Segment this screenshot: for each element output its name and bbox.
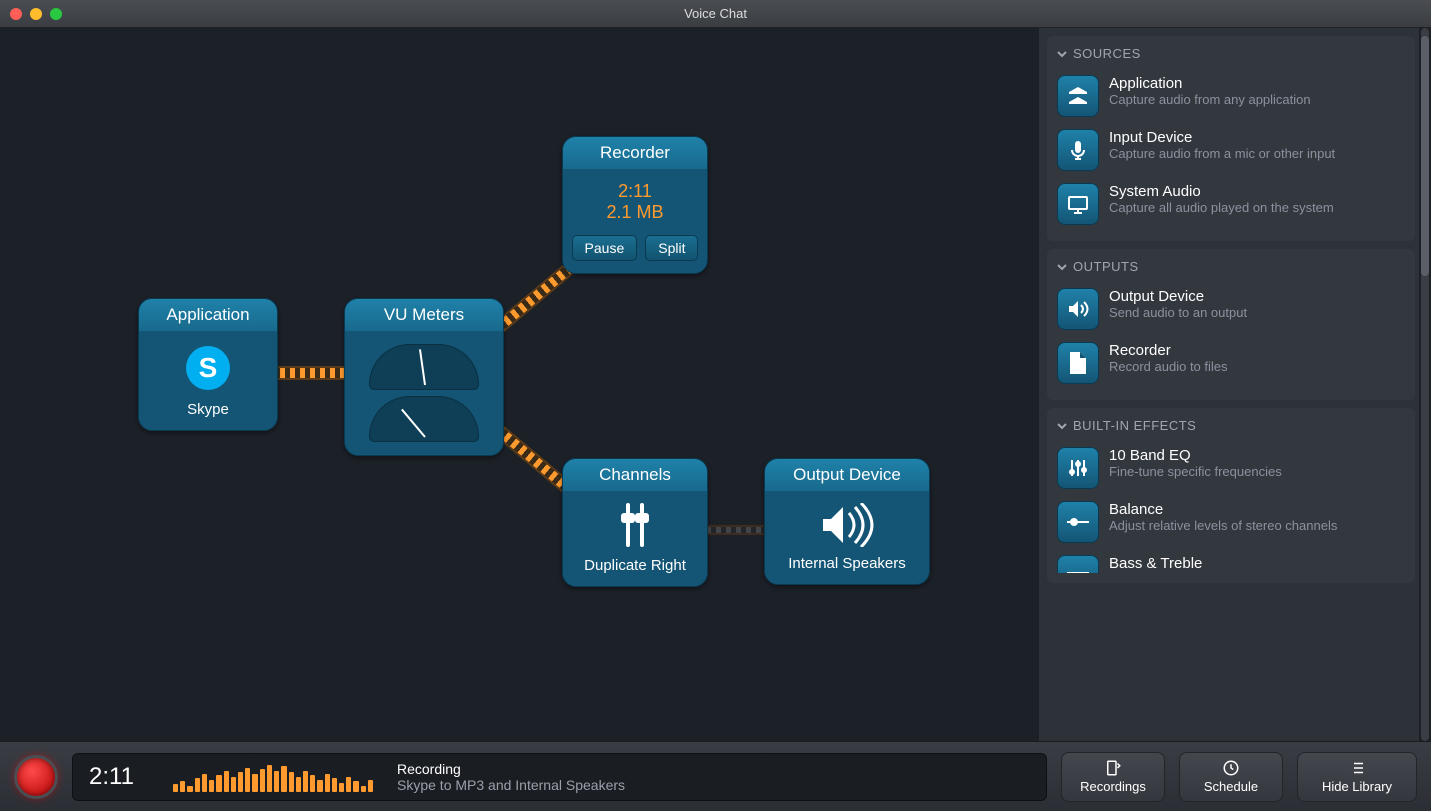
node-header: Channels bbox=[563, 459, 707, 491]
source-title: Balance bbox=[1109, 501, 1337, 518]
skype-icon: S bbox=[183, 343, 233, 393]
panel-title: OUTPUTS bbox=[1073, 259, 1139, 274]
source-desc: Capture audio from any application bbox=[1109, 92, 1311, 107]
panel-title: SOURCES bbox=[1073, 46, 1141, 61]
pause-button[interactable]: Pause bbox=[572, 235, 638, 261]
node-vu-meters[interactable]: VU Meters bbox=[344, 298, 504, 456]
node-header: Output Device bbox=[765, 459, 929, 491]
source-title: Recorder bbox=[1109, 342, 1228, 359]
node-header: Recorder bbox=[563, 137, 707, 169]
node-header: VU Meters bbox=[345, 299, 503, 331]
output-recorder[interactable]: RecorderRecord audio to files bbox=[1055, 336, 1407, 390]
vu-meter-icon bbox=[369, 344, 479, 390]
monitor-icon bbox=[1057, 183, 1099, 225]
record-button[interactable] bbox=[14, 755, 58, 799]
panel-outputs: OUTPUTS Output DeviceSend audio to an ou… bbox=[1047, 249, 1415, 400]
eq-icon bbox=[1057, 447, 1099, 489]
source-desc: Record audio to files bbox=[1109, 359, 1228, 374]
source-desc: Adjust relative levels of stereo channel… bbox=[1109, 518, 1337, 533]
recordings-icon bbox=[1104, 759, 1122, 777]
application-icon bbox=[1057, 75, 1099, 117]
effect-bass-treble[interactable]: Bass & TrebleAdjust bass and treble bbox=[1055, 549, 1407, 573]
source-desc: Send audio to an output bbox=[1109, 305, 1247, 320]
speaker-icon bbox=[819, 503, 875, 547]
scrollbar-thumb[interactable] bbox=[1421, 36, 1429, 276]
source-title: 10 Band EQ bbox=[1109, 447, 1282, 464]
source-desc: Fine-tune specific frequencies bbox=[1109, 464, 1282, 479]
file-icon bbox=[1057, 342, 1099, 384]
balance-icon bbox=[1057, 501, 1099, 543]
panel-header[interactable]: BUILT-IN EFFECTS bbox=[1055, 414, 1407, 441]
chevron-down-icon bbox=[1057, 262, 1067, 272]
waveform-icon bbox=[173, 762, 373, 792]
list-icon bbox=[1348, 759, 1366, 777]
output-output-device[interactable]: Output DeviceSend audio to an output bbox=[1055, 282, 1407, 336]
hide-library-button[interactable]: Hide Library bbox=[1297, 752, 1417, 802]
status-panel: 2:11 Recording Skype to MP3 and Internal… bbox=[72, 753, 1047, 801]
source-desc: Capture all audio played on the system bbox=[1109, 200, 1334, 215]
schedule-button[interactable]: Schedule bbox=[1179, 752, 1283, 802]
titlebar: Voice Chat bbox=[0, 0, 1431, 28]
source-system-audio[interactable]: System AudioCapture all audio played on … bbox=[1055, 177, 1407, 231]
sliders-icon bbox=[626, 503, 644, 547]
window-zoom-button[interactable] bbox=[50, 8, 62, 20]
source-title: Bass & Treble bbox=[1109, 555, 1238, 572]
status-time: 2:11 bbox=[89, 763, 149, 791]
library-sidebar: SOURCES ApplicationCapture audio from an… bbox=[1039, 28, 1419, 741]
status-label: Recording bbox=[397, 761, 625, 777]
source-desc: Capture audio from a mic or other input bbox=[1109, 146, 1335, 161]
status-detail: Skype to MP3 and Internal Speakers bbox=[397, 777, 625, 793]
node-label: Duplicate Right bbox=[584, 557, 686, 574]
panel-effects: BUILT-IN EFFECTS 10 Band EQFine-tune spe… bbox=[1047, 408, 1415, 583]
source-title: Input Device bbox=[1109, 129, 1335, 146]
source-title: Output Device bbox=[1109, 288, 1247, 305]
panel-header[interactable]: SOURCES bbox=[1055, 42, 1407, 69]
microphone-icon bbox=[1057, 129, 1099, 171]
bottom-bar: 2:11 Recording Skype to MP3 and Internal… bbox=[0, 741, 1431, 811]
vu-meter-icon bbox=[369, 396, 479, 442]
chevron-down-icon bbox=[1057, 49, 1067, 59]
node-recorder[interactable]: Recorder 2:11 2.1 MB Pause Split bbox=[562, 136, 708, 274]
chevron-down-icon bbox=[1057, 421, 1067, 431]
panel-header[interactable]: OUTPUTS bbox=[1055, 255, 1407, 282]
button-label: Schedule bbox=[1204, 779, 1258, 794]
svg-text:S: S bbox=[199, 352, 218, 383]
cable bbox=[270, 366, 350, 380]
node-label: Internal Speakers bbox=[788, 555, 906, 572]
window-minimize-button[interactable] bbox=[30, 8, 42, 20]
source-title: System Audio bbox=[1109, 183, 1334, 200]
recorder-time: 2:11 bbox=[618, 181, 652, 202]
clock-icon bbox=[1222, 759, 1240, 777]
speaker-icon bbox=[1057, 288, 1099, 330]
node-channels[interactable]: Channels Duplicate Right bbox=[562, 458, 708, 587]
node-label: Skype bbox=[187, 401, 229, 418]
button-label: Recordings bbox=[1080, 779, 1146, 794]
pipeline-canvas[interactable]: Application S Skype VU Meters Recorder 2… bbox=[0, 28, 1039, 741]
node-application[interactable]: Application S Skype bbox=[138, 298, 278, 431]
node-header: Application bbox=[139, 299, 277, 331]
recorder-size: 2.1 MB bbox=[606, 202, 663, 223]
source-title: Application bbox=[1109, 75, 1311, 92]
source-input-device[interactable]: Input DeviceCapture audio from a mic or … bbox=[1055, 123, 1407, 177]
panel-title: BUILT-IN EFFECTS bbox=[1073, 418, 1196, 433]
effect-balance[interactable]: BalanceAdjust relative levels of stereo … bbox=[1055, 495, 1407, 549]
cable bbox=[706, 525, 768, 535]
recordings-button[interactable]: Recordings bbox=[1061, 752, 1165, 802]
node-output-device[interactable]: Output Device Internal Speakers bbox=[764, 458, 930, 585]
button-label: Hide Library bbox=[1322, 779, 1392, 794]
window-close-button[interactable] bbox=[10, 8, 22, 20]
source-application[interactable]: ApplicationCapture audio from any applic… bbox=[1055, 69, 1407, 123]
split-button[interactable]: Split bbox=[645, 235, 698, 261]
scrollbar[interactable] bbox=[1421, 28, 1429, 741]
panel-sources: SOURCES ApplicationCapture audio from an… bbox=[1047, 36, 1415, 241]
window-title: Voice Chat bbox=[0, 6, 1431, 21]
source-desc: Adjust bass and treble bbox=[1109, 572, 1238, 573]
bass-treble-icon bbox=[1057, 555, 1099, 573]
effect-10-band-eq[interactable]: 10 Band EQFine-tune specific frequencies bbox=[1055, 441, 1407, 495]
